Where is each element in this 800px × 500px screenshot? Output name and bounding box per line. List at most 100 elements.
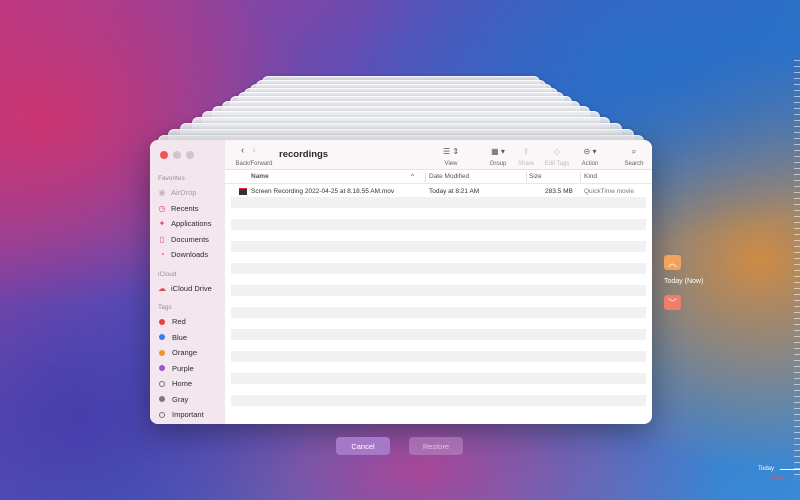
next-snapshot-button[interactable]: ﹀ (664, 295, 681, 310)
tag-dot-icon (159, 349, 165, 356)
timeline-tick (794, 276, 800, 277)
timeline-tick (794, 258, 800, 259)
close-button[interactable] (160, 151, 168, 159)
sidebar-tag-purple[interactable]: Purple (150, 361, 225, 377)
previous-snapshot-button[interactable]: ︿ (664, 255, 681, 270)
back-forward-control[interactable]: ‹ › Back/Forward (233, 145, 275, 167)
empty-row (231, 208, 646, 219)
column-name[interactable]: Name (251, 173, 269, 180)
timeline-tick (794, 324, 800, 325)
timeline-tick (794, 444, 800, 445)
ellipsis-circle-icon: ⊝ ▾ (583, 147, 597, 156)
nav-label: Back/Forward (235, 161, 273, 167)
minimize-button[interactable] (173, 151, 181, 159)
timeline-tick (794, 372, 800, 373)
file-kind: QuickTime movie (584, 188, 634, 195)
column-kind[interactable]: Kind (584, 173, 597, 180)
timeline-tick (794, 90, 800, 91)
empty-row (231, 241, 646, 252)
timeline-today-marker (780, 469, 800, 470)
search-icon: ⌕ (631, 147, 637, 156)
timeline-tick (794, 378, 800, 379)
timeline-tick (794, 210, 800, 211)
timeline-tick (794, 180, 800, 181)
file-list: Screen Recording 2022-04-25 at 8.18.55 A… (231, 186, 646, 406)
forward-arrow-icon[interactable]: › (252, 145, 255, 157)
main-pane: ‹ › Back/Forward recordings ☰ ⇕ View ▦ ▾… (225, 140, 652, 424)
timeline-tick (794, 438, 800, 439)
empty-row (231, 230, 646, 241)
timeline-tick (794, 192, 800, 193)
sort-chevron-up-icon: ^ (411, 173, 415, 180)
sidebar-tag-blue[interactable]: Blue (150, 330, 225, 346)
timeline-tick (794, 246, 800, 247)
empty-row (231, 285, 646, 296)
share-icon: ⇪ (522, 147, 530, 156)
table-row[interactable]: Screen Recording 2022-04-25 at 8.18.55 A… (231, 186, 646, 197)
timeline-tick (794, 420, 800, 421)
timeline-tick (794, 240, 800, 241)
timeline-tick (794, 360, 800, 361)
edit-tags-button[interactable]: ◇ Edit Tags (540, 146, 574, 167)
timeline-tick (794, 78, 800, 79)
timeline-tick (794, 426, 800, 427)
sidebar-item-documents[interactable]: ▯ Documents (150, 232, 225, 248)
timeline-tick (794, 336, 800, 337)
empty-row (231, 395, 646, 406)
cloud-icon: ☁ (158, 283, 166, 293)
action-button[interactable]: ⊝ ▾ Action (573, 146, 607, 167)
share-button[interactable]: ⇪ Share (509, 146, 543, 167)
chevron-down-icon: ﹀ (667, 298, 677, 308)
cancel-button[interactable]: Cancel (336, 437, 390, 455)
timeline-tick (794, 156, 800, 157)
empty-row (231, 263, 646, 274)
sidebar-tag-gray[interactable]: Gray (150, 392, 225, 408)
empty-row (231, 329, 646, 340)
timeline-tick (794, 306, 800, 307)
current-snapshot-label: Today (Now) (664, 278, 704, 285)
file-name: Screen Recording 2022-04-25 at 8.18.55 A… (251, 188, 395, 195)
column-size[interactable]: Size (529, 173, 542, 180)
timeline-tick (794, 288, 800, 289)
column-date-modified[interactable]: Date Modified (429, 173, 469, 180)
timeline-tick (794, 162, 800, 163)
applications-icon: ✦ (158, 219, 166, 229)
timeline-now-label[interactable]: Now (772, 476, 784, 482)
search-button[interactable]: ⌕ Search (617, 146, 651, 167)
sidebar-tag-red[interactable]: Red (150, 314, 225, 330)
sidebar-item-applications[interactable]: ✦ Applications (150, 216, 225, 232)
view-button[interactable]: ☰ ⇕ View (434, 146, 468, 167)
timeline-tick (794, 198, 800, 199)
zoom-button[interactable] (186, 151, 194, 159)
sidebar-item-recents[interactable]: ◷ Recents (150, 201, 225, 217)
icloud-header: iCloud (158, 270, 177, 278)
timeline-tick (794, 408, 800, 409)
timeline-tick (794, 300, 800, 301)
timeline-tick (794, 282, 800, 283)
tag-ring-icon (159, 380, 165, 387)
timeline-tick (794, 312, 800, 313)
back-arrow-icon[interactable]: ‹ (241, 145, 244, 157)
sidebar-item-downloads[interactable]: ◔ Downloads (150, 247, 225, 263)
timeline-ticks[interactable] (780, 60, 800, 480)
timeline-tick (794, 390, 800, 391)
sidebar-tag-home[interactable]: Home (150, 376, 225, 392)
sidebar-tag-important[interactable]: Important (150, 407, 225, 423)
timeline-today-label[interactable]: Today (758, 466, 774, 472)
download-icon: ◔ (159, 250, 165, 260)
timeline-tick (794, 414, 800, 415)
timeline-tick (794, 354, 800, 355)
timeline-tick (794, 432, 800, 433)
empty-row (231, 351, 646, 362)
timeline-tick (794, 462, 800, 463)
empty-row (231, 362, 646, 373)
timeline-tick (794, 138, 800, 139)
restore-button[interactable]: Restore (409, 437, 463, 455)
timeline-tick (794, 456, 800, 457)
tags-header: Tags (158, 304, 172, 311)
sidebar-item-icloud-drive[interactable]: ☁ iCloud Drive (150, 281, 225, 297)
tag-icon: ◇ (553, 147, 561, 156)
timeline-tick (794, 234, 800, 235)
sidebar-item-airdrop[interactable]: ◉ AirDrop (150, 185, 225, 201)
sidebar-tag-orange[interactable]: Orange (150, 345, 225, 361)
